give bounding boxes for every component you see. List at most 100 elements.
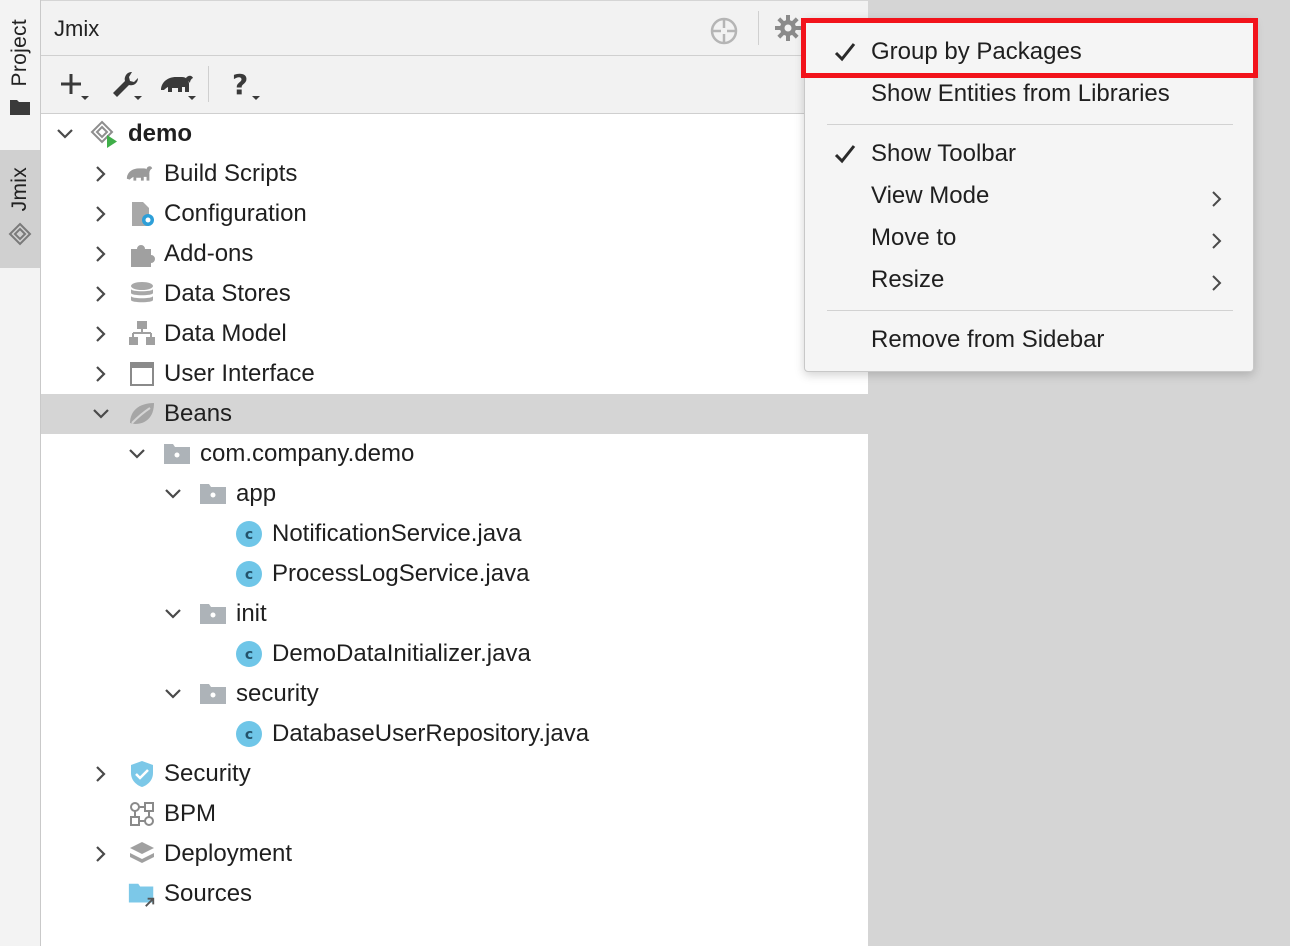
tree-node-package-init[interactable]: init <box>41 594 868 634</box>
tree-node-data-stores[interactable]: Data Stores <box>41 274 868 314</box>
chevron-down-icon[interactable] <box>55 124 75 144</box>
tree-node-build-scripts[interactable]: Build Scripts <box>41 154 868 194</box>
source-folder-icon <box>127 879 157 909</box>
tree-node-label: Deployment <box>164 840 293 867</box>
tree-node-user-interface[interactable]: User Interface <box>41 354 868 394</box>
layers-icon <box>127 839 157 869</box>
svg-text:c: c <box>245 567 253 583</box>
bpm-icon <box>127 799 157 829</box>
menu-item-show-entities-from-libraries[interactable]: Show Entities from Libraries <box>805 74 1253 114</box>
tree-node-label: Beans <box>164 400 233 427</box>
add-icon[interactable] <box>59 68 91 102</box>
menu-item-show-toolbar[interactable]: Show Toolbar <box>805 134 1253 174</box>
tree-node-configuration[interactable]: Configuration <box>41 194 868 234</box>
gradle-elephant-icon[interactable] <box>158 68 198 102</box>
tree-node-data-model[interactable]: Data Model <box>41 314 868 354</box>
menu-item-label: Remove from Sidebar <box>871 326 1105 353</box>
menu-item-label: Show Toolbar <box>871 140 1016 167</box>
tree-node-demo[interactable]: demo <box>41 114 868 154</box>
menu-item-view-mode[interactable]: View Mode <box>805 176 1253 216</box>
tree-node-package-app[interactable]: app <box>41 474 868 514</box>
tree-node-notification-service[interactable]: c NotificationService.java <box>41 514 868 554</box>
menu-item-move-to[interactable]: Move to <box>805 218 1253 258</box>
package-icon <box>198 479 228 509</box>
sidebar-tab-project[interactable]: Project <box>0 8 40 132</box>
checkmark-icon <box>833 142 857 173</box>
submenu-arrow-icon <box>1211 187 1223 215</box>
chevron-down-icon[interactable] <box>163 484 183 504</box>
jmix-run-icon <box>89 119 119 149</box>
tree-node-label: Data Model <box>164 320 287 347</box>
sidebar-tab-jmix-label: Jmix <box>8 167 31 212</box>
svg-text:c: c <box>245 647 253 663</box>
svg-text:?: ? <box>232 68 248 101</box>
window-icon <box>127 359 157 389</box>
tree-node-deployment[interactable]: Deployment <box>41 834 868 874</box>
tool-window-title: Jmix <box>54 16 100 41</box>
menu-item-label: Move to <box>871 224 957 251</box>
configuration-icon <box>127 199 157 229</box>
tree-node-label: User Interface <box>164 360 315 387</box>
tree-node-process-log-service[interactable]: c ProcessLogService.java <box>41 554 868 594</box>
tree-node-package-com-company-demo[interactable]: com.company.demo <box>41 434 868 474</box>
toolbar-divider <box>208 66 209 102</box>
package-icon <box>198 599 228 629</box>
wrench-icon[interactable] <box>108 68 144 102</box>
shield-icon <box>127 759 157 789</box>
chevron-right-icon[interactable] <box>91 844 111 864</box>
menu-item-resize[interactable]: Resize <box>805 260 1253 300</box>
tree-node-label: Configuration <box>164 200 307 227</box>
chevron-right-icon[interactable] <box>91 764 111 784</box>
chevron-right-icon[interactable] <box>91 324 111 344</box>
menu-item-label: Show Entities from Libraries <box>871 80 1170 107</box>
svg-text:c: c <box>245 727 253 743</box>
tree-node-label: BPM <box>164 800 217 827</box>
package-icon <box>198 679 228 709</box>
chevron-right-icon[interactable] <box>91 204 111 224</box>
tree-node-add-ons[interactable]: Add-ons <box>41 234 868 274</box>
tree-node-label: init <box>236 600 267 627</box>
tool-window-header: Jmix <box>41 0 868 56</box>
help-icon[interactable]: ? <box>230 68 264 102</box>
tool-window-toolbar: ? <box>41 56 868 114</box>
chevron-down-icon[interactable] <box>163 604 183 624</box>
header-divider <box>758 11 759 45</box>
menu-separator <box>827 310 1233 311</box>
chevron-right-icon[interactable] <box>91 164 111 184</box>
database-icon <box>127 279 157 309</box>
class-icon: c <box>234 639 264 669</box>
spring-leaf-icon <box>127 399 157 429</box>
locate-icon[interactable] <box>709 16 739 51</box>
class-icon: c <box>234 559 264 589</box>
highlight-box <box>801 18 1258 78</box>
tree-node-database-user-repository[interactable]: c DatabaseUserRepository.java <box>41 714 868 754</box>
tree-node-label: ProcessLogService.java <box>272 560 530 587</box>
tree-node-label: Build Scripts <box>164 160 298 187</box>
tree-node-label: DemoDataInitializer.java <box>272 640 531 667</box>
tree-node-beans[interactable]: Beans <box>41 394 868 434</box>
chevron-down-icon[interactable] <box>91 404 111 424</box>
gear-icon[interactable] <box>774 14 802 47</box>
chevron-right-icon[interactable] <box>91 284 111 304</box>
chevron-right-icon[interactable] <box>91 244 111 264</box>
tree-node-label: Add-ons <box>164 240 254 267</box>
chevron-down-icon[interactable] <box>163 684 183 704</box>
tree-node-demo-data-initializer[interactable]: c DemoDataInitializer.java <box>41 634 868 674</box>
chevron-down-icon[interactable] <box>127 444 147 464</box>
tree-node-label: DatabaseUserRepository.java <box>272 720 590 747</box>
menu-item-remove-from-sidebar[interactable]: Remove from Sidebar <box>805 320 1253 360</box>
package-icon <box>162 439 192 469</box>
chevron-right-icon[interactable] <box>91 364 111 384</box>
project-tree: demo Build Scripts Configuration Add-ons… <box>41 114 868 914</box>
tree-node-label: Security <box>164 760 251 787</box>
jmix-logo-icon <box>8 222 32 251</box>
tree-node-label: app <box>236 480 277 507</box>
tool-window-strip: Project Jmix <box>0 0 41 946</box>
tree-node-package-security[interactable]: security <box>41 674 868 714</box>
tree-node-bpm[interactable]: BPM <box>41 794 868 834</box>
tree-node-security[interactable]: Security <box>41 754 868 794</box>
menu-item-label: View Mode <box>871 182 990 209</box>
sidebar-tab-jmix[interactable]: Jmix <box>0 150 40 268</box>
folder-icon <box>9 98 31 121</box>
tree-node-sources[interactable]: Sources <box>41 874 868 914</box>
